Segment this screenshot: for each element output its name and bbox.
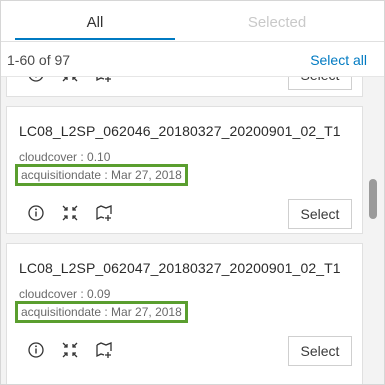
tab-bar: All Selected xyxy=(1,1,384,42)
cloudcover-attribute: cloudcover : 0.10 xyxy=(19,150,111,164)
tab-all[interactable]: All xyxy=(15,1,175,40)
card-actions: Select xyxy=(7,199,362,229)
card-actions: Select xyxy=(7,336,362,366)
list-item: LC08_L2SP_062047_20180327_20200901_02_T1… xyxy=(6,243,363,384)
add-to-map-icon[interactable] xyxy=(95,204,113,222)
select-all-link[interactable]: Select all xyxy=(310,52,367,68)
zoom-to-icon[interactable] xyxy=(61,341,79,359)
list-item: LC08_L2SP_062046_20180327_20200901_02_T1… xyxy=(6,106,363,234)
item-title: LC08_L2SP_062046_20180327_20200901_02_T1 xyxy=(19,123,341,139)
results-count-bar: 1-60 of 97 Select all xyxy=(1,42,384,77)
info-icon[interactable] xyxy=(27,77,45,83)
info-icon[interactable] xyxy=(27,341,45,359)
select-button[interactable]: Select xyxy=(288,336,352,366)
add-to-map-icon[interactable] xyxy=(95,77,113,83)
select-button[interactable]: Select xyxy=(288,199,352,229)
add-to-map-icon[interactable] xyxy=(95,341,113,359)
scrollbar[interactable] xyxy=(367,77,379,384)
card-actions: Select xyxy=(7,77,362,90)
results-panel: All Selected 1-60 of 97 Select all Selec… xyxy=(0,0,385,385)
acquisitiondate-attribute: acquisitiondate : Mar 27, 2018 xyxy=(15,301,188,323)
list-item: Select xyxy=(6,77,363,97)
results-count: 1-60 of 97 xyxy=(7,52,71,68)
cloudcover-attribute: cloudcover : 0.09 xyxy=(19,287,111,301)
zoom-to-icon[interactable] xyxy=(61,204,79,222)
results-list[interactable]: Select LC08_L2SP_062046_20180327_2020090… xyxy=(1,77,384,384)
acquisitiondate-attribute: acquisitiondate : Mar 27, 2018 xyxy=(15,164,188,186)
info-icon[interactable] xyxy=(27,204,45,222)
item-title: LC08_L2SP_062047_20180327_20200901_02_T1 xyxy=(19,260,341,276)
select-button[interactable]: Select xyxy=(288,77,352,90)
zoom-to-icon[interactable] xyxy=(61,77,79,83)
tab-selected[interactable]: Selected xyxy=(197,1,357,40)
scrollbar-thumb[interactable] xyxy=(369,179,377,219)
